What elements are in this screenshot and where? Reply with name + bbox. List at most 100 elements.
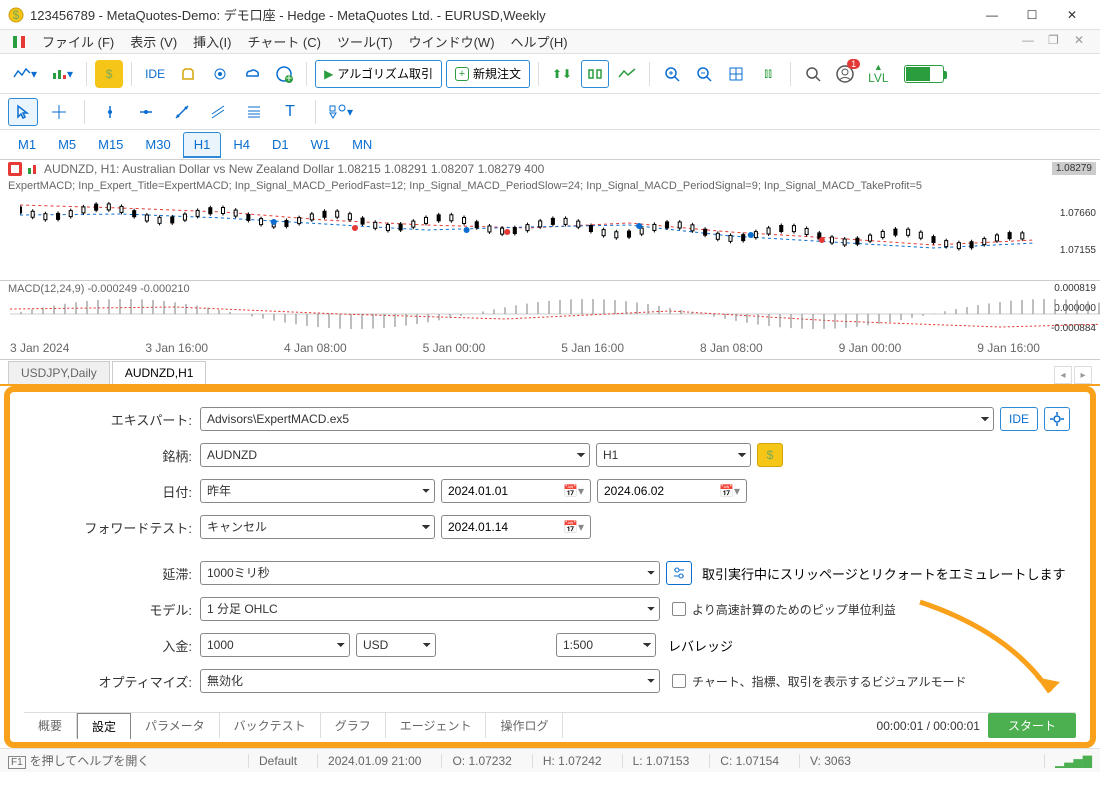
timeframe-dropdown[interactable]: ▾	[46, 60, 78, 88]
objects-tool[interactable]: ▾	[326, 98, 356, 126]
channel-tool[interactable]	[203, 98, 233, 126]
time-tick: 5 Jan 00:00	[423, 341, 486, 359]
tester-ide-button[interactable]: IDE	[1000, 407, 1038, 431]
add-button[interactable]: +	[270, 60, 298, 88]
statusbar: F1を押してヘルプを開く Default 2024.01.09 21:00 O:…	[0, 748, 1100, 772]
delay-settings-button[interactable]	[666, 561, 692, 585]
timeframe-tab-h1[interactable]: H1	[183, 132, 222, 158]
date-from-input[interactable]: 2024.01.01📅▾	[441, 479, 591, 503]
menu-file[interactable]: ファイル (F)	[34, 30, 122, 53]
tab-settings[interactable]: 設定	[77, 713, 131, 739]
time-tick: 4 Jan 08:00	[284, 341, 347, 359]
window-title: 123456789 - MetaQuotes-Demo: デモ口座 - Hedg…	[30, 5, 972, 24]
market-button[interactable]	[174, 60, 202, 88]
subwin-close-icon[interactable]: ✕	[1074, 33, 1092, 51]
subwin-minimize-icon[interactable]: —	[1022, 33, 1040, 51]
strategy-tester-panel: エキスパート: Advisors\ExpertMACD.ex5 IDE 銘柄: …	[4, 386, 1096, 748]
zoom-out-icon[interactable]	[690, 60, 718, 88]
chart-mini-icon	[26, 162, 40, 176]
timeframe-tab-h4[interactable]: H4	[223, 133, 260, 156]
chart-area[interactable]: AUDNZD, H1: Australian Dollar vs New Zea…	[0, 160, 1100, 360]
tab-scroll-right[interactable]: ▸	[1074, 366, 1092, 384]
timeframe-tab-m1[interactable]: M1	[8, 133, 46, 156]
app-icon: $	[8, 7, 24, 23]
chart-candle-icon[interactable]	[581, 60, 609, 88]
forward-select[interactable]: キャンセル	[200, 515, 435, 539]
close-button[interactable]: ✕	[1052, 1, 1092, 29]
menu-view[interactable]: 表示 (V)	[122, 30, 185, 53]
chart-type-dropdown[interactable]: ▾	[8, 60, 42, 88]
symbol-select[interactable]: AUDNZD	[200, 443, 590, 467]
time-tick: 5 Jan 16:00	[561, 341, 624, 359]
status-open: O: 1.07232	[441, 754, 511, 768]
pip-profit-label: より高速計算のためのピップ単位利益	[692, 601, 896, 618]
visual-mode-checkbox[interactable]	[672, 674, 686, 688]
new-order-label: 新規注文	[473, 65, 521, 82]
menu-tool[interactable]: ツール(T)	[329, 30, 401, 53]
trendline-tool[interactable]	[167, 98, 197, 126]
zoom-in-icon[interactable]	[658, 60, 686, 88]
timeframe-tab-mn[interactable]: MN	[342, 133, 382, 156]
status-profile: Default	[248, 754, 297, 768]
chart-tab-usdjpy[interactable]: USDJPY,Daily	[8, 361, 110, 384]
tab-graph[interactable]: グラフ	[321, 713, 386, 738]
start-button[interactable]: スタート	[988, 713, 1076, 738]
chart-line-icon[interactable]	[613, 60, 641, 88]
leverage-select[interactable]: 1:500	[556, 633, 656, 657]
timeframe-tab-w1[interactable]: W1	[301, 133, 341, 156]
hline-tool[interactable]	[131, 98, 161, 126]
dollar-button[interactable]: $	[95, 60, 123, 88]
algo-trading-button[interactable]: ▶ アルゴリズム取引	[315, 60, 442, 88]
cursor-tool[interactable]	[8, 98, 38, 126]
chart-bar-icon[interactable]: ⬆⬇	[547, 60, 577, 88]
timeframe-tab-d1[interactable]: D1	[262, 133, 299, 156]
subwin-restore-icon[interactable]: ❐	[1048, 33, 1066, 51]
chart-tab-audnzd[interactable]: AUDNZD,H1	[112, 361, 207, 384]
period-select[interactable]: H1	[596, 443, 751, 467]
currency-select[interactable]: USD	[356, 633, 436, 657]
tab-log[interactable]: 操作ログ	[486, 713, 563, 738]
new-order-button[interactable]: + 新規注文	[446, 60, 530, 88]
level-icon[interactable]: ▲LVL	[863, 60, 893, 88]
tester-timer: 00:00:01 / 00:00:01	[877, 719, 980, 733]
minimize-button[interactable]: —	[972, 1, 1012, 29]
drawing-toolbar: T ▾	[0, 94, 1100, 130]
date-to-input[interactable]: 2024.06.02📅▾	[597, 479, 747, 503]
account-icon[interactable]: 1	[831, 60, 859, 88]
optimize-select[interactable]: 無効化	[200, 669, 660, 693]
tab-agent[interactable]: エージェント	[386, 713, 487, 738]
menu-insert[interactable]: 挿入(I)	[185, 30, 239, 53]
menu-help[interactable]: ヘルプ(H)	[503, 30, 576, 53]
delay-select[interactable]: 1000ミリ秒	[200, 561, 660, 585]
tab-backtest[interactable]: バックテスト	[220, 713, 321, 738]
calendar-icon: 📅▾	[563, 520, 584, 534]
timeframe-tab-m15[interactable]: M15	[88, 133, 133, 156]
vline-tool[interactable]	[95, 98, 125, 126]
maximize-button[interactable]: ☐	[1012, 1, 1052, 29]
signal-button[interactable]	[206, 60, 234, 88]
tab-params[interactable]: パラメータ	[131, 713, 220, 738]
search-icon[interactable]	[799, 60, 827, 88]
symbol-info-button[interactable]: $	[757, 443, 783, 467]
ide-button[interactable]: IDE	[140, 60, 170, 88]
grid-icon[interactable]	[722, 60, 750, 88]
deposit-label: 入金:	[30, 636, 200, 655]
menu-chart[interactable]: チャート (C)	[239, 30, 329, 53]
date-preset-select[interactable]: 昨年	[200, 479, 435, 503]
timeframe-tab-m30[interactable]: M30	[135, 133, 180, 156]
pip-profit-checkbox[interactable]	[672, 602, 686, 616]
text-tool[interactable]: T	[275, 98, 305, 126]
indicator-icon[interactable]: ⫾⫾	[754, 60, 782, 88]
tab-scroll-left[interactable]: ◂	[1054, 366, 1072, 384]
expert-select[interactable]: Advisors\ExpertMACD.ex5	[200, 407, 994, 431]
timeframe-tab-m5[interactable]: M5	[48, 133, 86, 156]
menu-window[interactable]: ウインドウ(W)	[401, 30, 503, 53]
crosshair-tool[interactable]	[44, 98, 74, 126]
tab-overview[interactable]: 概要	[24, 713, 77, 738]
vps-button[interactable]	[238, 60, 266, 88]
tester-gear-button[interactable]	[1044, 407, 1070, 431]
deposit-select[interactable]: 1000	[200, 633, 350, 657]
model-select[interactable]: 1 分足 OHLC	[200, 597, 660, 621]
forward-date-input[interactable]: 2024.01.14📅▾	[441, 515, 591, 539]
fibo-tool[interactable]	[239, 98, 269, 126]
